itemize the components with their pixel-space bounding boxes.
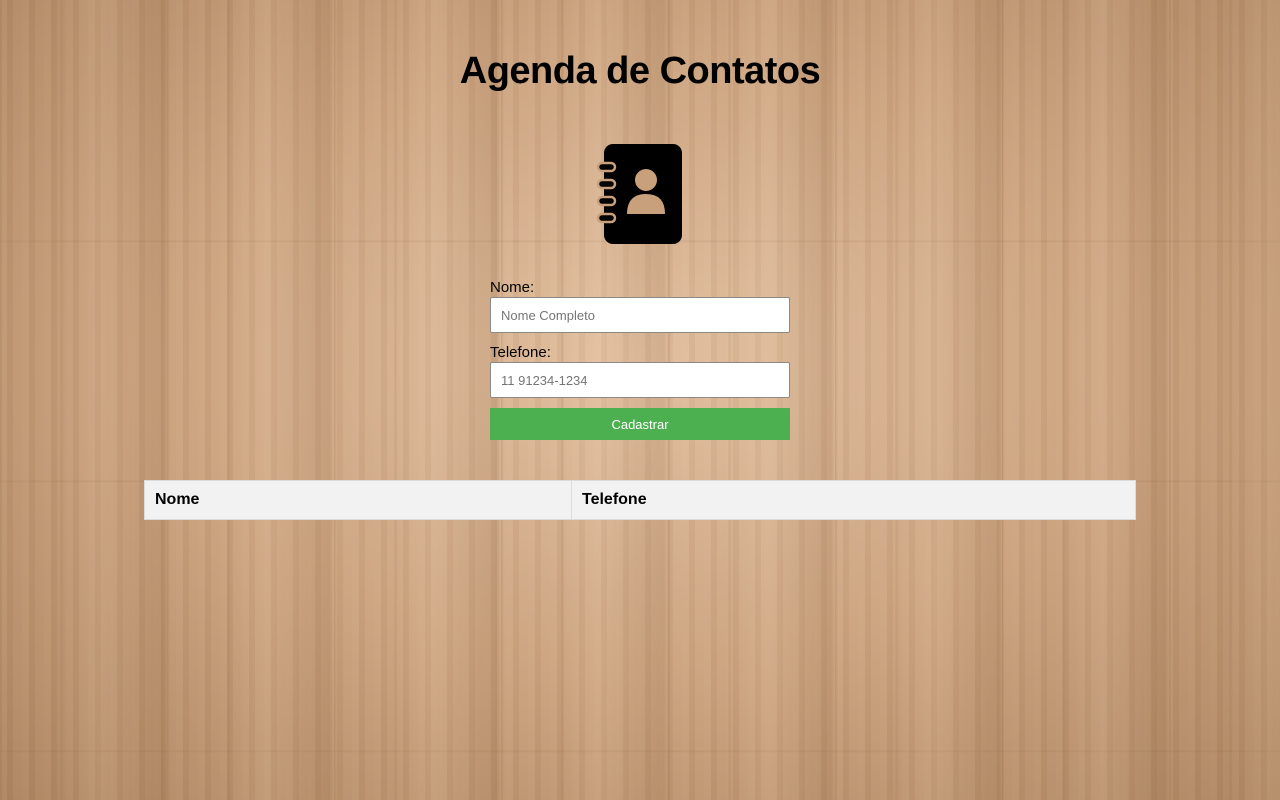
name-input[interactable] bbox=[490, 297, 790, 333]
phone-label: Telefone: bbox=[490, 344, 551, 361]
column-header-phone: Telefone bbox=[571, 480, 1136, 520]
name-label: Nome: bbox=[490, 279, 535, 296]
column-header-name: Nome bbox=[144, 480, 572, 520]
contact-book-icon bbox=[596, 142, 684, 246]
phone-input[interactable] bbox=[490, 362, 790, 398]
table-header-row: Nome Telefone bbox=[144, 480, 1136, 520]
page-title: Agenda de Contatos bbox=[459, 50, 821, 92]
contacts-table: Nome Telefone bbox=[144, 480, 1136, 520]
contact-form: Nome: Telefone: Cadastrar bbox=[490, 278, 790, 440]
register-button[interactable]: Cadastrar bbox=[490, 408, 790, 440]
